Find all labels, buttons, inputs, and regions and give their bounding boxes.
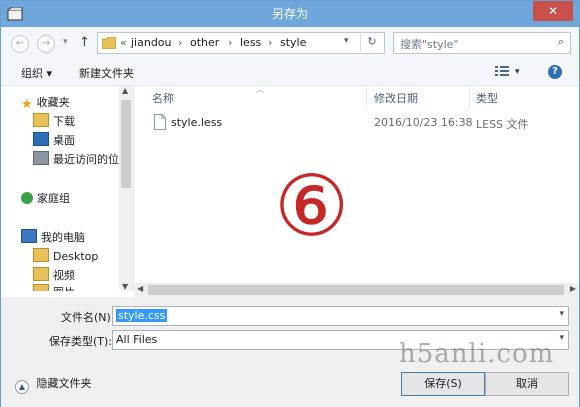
scroll-thumb[interactable] [121,100,131,188]
column-divider[interactable] [366,86,367,108]
filetype-value: All Files [116,333,158,346]
organize-menu[interactable]: 组织 ▾ [21,65,52,81]
title-bar[interactable]: 另存为 ✕ [1,1,579,27]
file-type: LESS 文件 [476,118,529,131]
filename-input[interactable]: style.css ▾ [112,306,569,326]
up-folder-button[interactable]: ↑ [79,35,90,50]
computer-icon [21,229,37,243]
close-button[interactable]: ✕ [533,1,573,21]
filetype-label: 保存类型(T): [49,335,113,348]
breadcrumb-segment[interactable]: jiandou [131,36,172,49]
sort-indicator-icon: ︿ [256,85,264,94]
sidebar-label: 下载 [53,115,75,128]
star-icon: ★ [21,97,33,112]
scroll-down-arrow[interactable]: ▼ [122,282,128,291]
sidebar-item-this-pc[interactable]: 我的电脑 [21,229,85,247]
collapse-icon: ▲ [15,380,29,394]
recent-places-icon [33,151,49,165]
sidebar-label: 家庭组 [37,192,70,205]
window-title: 另存为 [271,7,308,21]
file-icon [154,114,166,130]
folder-icon [102,37,116,49]
breadcrumb-segment[interactable]: other [190,36,219,49]
sidebar-item-downloads[interactable]: 下载 [33,113,75,131]
sidebar-item-pictures[interactable]: 图片 [33,284,75,291]
scroll-right-arrow[interactable]: ▶ [570,284,576,293]
sidebar-label: 视频 [53,269,75,282]
search-placeholder: 搜索"style" [400,38,459,51]
scroll-left-arrow[interactable]: ◀ [137,284,143,293]
recent-locations-dropdown[interactable]: ▾ [63,37,68,47]
breadcrumb-separator: › [178,36,183,49]
hide-folders-toggle[interactable]: ▲ 隐藏文件夹 [15,375,92,394]
sidebar-label: 我的电脑 [41,231,85,244]
sidebar-label: 桌面 [53,134,75,147]
sidebar-label: 图片 [53,286,75,291]
breadcrumb-segment[interactable]: less [240,36,261,49]
file-row[interactable]: style.less 2016/10/23 16:38 LESS 文件 [134,112,579,134]
videos-folder-icon [33,267,49,281]
view-dropdown[interactable]: ▾ [515,67,520,77]
file-list: ︿ 名称 修改日期 类型 style.less 2016/10/23 16:38… [134,85,579,291]
address-bar[interactable]: « jiandou › other › less › style ▾ [97,32,385,54]
breadcrumb-segment[interactable]: style [280,36,306,49]
chevron-down-icon[interactable]: ▾ [559,333,564,343]
breadcrumb-separator: › [268,36,273,49]
sidebar-item-recent[interactable]: 最近访问的位置 [33,151,130,169]
navigation-pane: ★收藏夹 下载 桌面 最近访问的位置 家庭组 我的电脑 Desktop 视频 图… [1,86,134,291]
file-modified: 2016/10/23 16:38 [374,116,473,129]
sidebar-item-desktop[interactable]: 桌面 [33,132,75,150]
new-folder-button[interactable]: 新建文件夹 [79,65,134,81]
address-overflow[interactable]: « [120,36,127,49]
hide-folders-label: 隐藏文件夹 [36,377,92,390]
sidebar-item-videos[interactable]: 视频 [33,267,75,285]
column-header-modified[interactable]: 修改日期 [374,90,418,106]
sidebar-label: Desktop [53,250,99,263]
column-header-type[interactable]: 类型 [476,90,498,106]
sidebar-item-desktop-pc[interactable]: Desktop [33,248,98,266]
sidebar-item-favorites[interactable]: ★ 收藏夹 [21,94,70,112]
search-box[interactable]: 搜索"style" ⌕ [393,32,571,54]
navigation-bar: ← → ▾ ↑ « jiandou › other › less › style… [1,27,579,59]
filename-label: 文件名(N): [61,311,115,324]
step-annotation: ⑥ [274,157,350,255]
refresh-button[interactable]: ↻ [360,32,383,52]
breadcrumb-separator: › [228,36,233,49]
save-as-dialog: 另存为 ✕ ← → ▾ ↑ « jiandou › other › less ›… [0,0,580,407]
sidebar-item-homegroup[interactable]: 家庭组 [21,190,70,208]
desktop-icon [33,132,49,146]
horizontal-scrollbar[interactable]: ◀ ▶ [134,283,579,297]
watermark: h5anli.com [399,339,555,369]
sidebar-scrollbar[interactable]: ▲ ▼ [119,86,133,291]
forward-button[interactable]: → [37,35,55,53]
folder-icon [33,248,49,262]
column-divider[interactable] [469,86,470,108]
view-options-icon[interactable] [495,66,509,77]
pictures-folder-icon [33,284,49,291]
file-name: style.less [171,116,223,129]
help-icon[interactable]: ? [548,65,562,79]
chevron-down-icon[interactable]: ▾ [559,309,564,319]
scroll-up-arrow[interactable]: ▲ [122,86,128,95]
filename-value: style.css [116,309,168,322]
command-bar: 组织 ▾ 新建文件夹 ▾ ? [1,59,579,86]
save-button[interactable]: 保存(S) [401,372,485,396]
column-header-name[interactable]: 名称 [152,90,174,106]
sidebar-label: 收藏夹 [36,96,70,109]
cancel-button[interactable]: 取消 [485,372,569,396]
homegroup-icon [21,192,33,204]
address-dropdown[interactable]: ▾ [344,36,349,46]
downloads-folder-icon [33,113,49,127]
search-icon[interactable]: ⌕ [558,35,564,49]
back-button[interactable]: ← [11,35,29,53]
scroll-thumb[interactable] [148,285,564,295]
